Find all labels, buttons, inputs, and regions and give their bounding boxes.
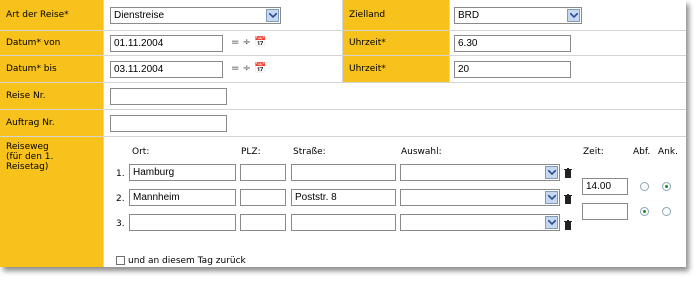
reiseweg-label-1: Reiseweg	[6, 142, 49, 152]
zeit-input-2[interactable]	[582, 203, 628, 220]
input-datum-bis[interactable]: 03.11.2004	[110, 61, 223, 78]
chevron-down-icon[interactable]	[567, 9, 580, 22]
input-datum-von[interactable]: 01.11.2004	[110, 35, 223, 52]
stop-2-auswahl-select[interactable]	[400, 189, 560, 206]
return-label: und an diesem Tag zurück	[128, 256, 246, 266]
label-uhrzeit-von: Uhrzeit*	[342, 31, 450, 55]
header-abf: Abf.	[633, 147, 651, 157]
stop-3-auswahl-select[interactable]	[400, 214, 560, 231]
stop-2-ort-input[interactable]: Mannheim	[129, 189, 236, 206]
select-art-der-reise[interactable]: Dienstreise	[110, 7, 281, 24]
header-zeit: Zeit:	[583, 147, 604, 157]
stop-number: 3.	[116, 219, 125, 229]
row-auftrag-nr: Auftrag Nr.	[0, 110, 686, 137]
trash-icon[interactable]	[564, 194, 572, 204]
header-ort: Ort:	[132, 147, 150, 157]
row-art-der-reise: Art der Reise* Dienstreise Zielland BRD	[0, 0, 686, 31]
label-reise-nr: Reise Nr.	[0, 83, 104, 109]
radio-abf-2[interactable]	[640, 207, 649, 216]
input-uhrzeit-von[interactable]: 6.30	[454, 35, 571, 52]
return-checkbox[interactable]	[116, 256, 125, 265]
label-auftrag-nr: Auftrag Nr.	[0, 110, 104, 136]
stop-1-plz-input[interactable]	[240, 164, 286, 181]
stop-3-strasse-input[interactable]	[291, 214, 396, 231]
trash-icon[interactable]	[564, 168, 572, 178]
input-uhrzeit-bis[interactable]: 20	[454, 61, 571, 78]
chevron-down-icon[interactable]	[545, 166, 558, 179]
stop-2-plz-input[interactable]	[240, 189, 286, 206]
radio-ank-1[interactable]	[662, 182, 671, 191]
select-zielland[interactable]: BRD	[454, 7, 582, 24]
radio-ank-2[interactable]	[662, 207, 671, 216]
label-reiseweg: Reiseweg (für den 1. Reisetag)	[0, 137, 104, 267]
reiseweg-label-2: (für den 1.	[6, 152, 54, 162]
chevron-down-icon[interactable]	[545, 216, 558, 229]
header-strasse: Straße:	[293, 147, 326, 157]
radio-abf-1[interactable]	[640, 182, 649, 191]
stop-3-ort-input[interactable]	[129, 214, 236, 231]
label-datum-von: Datum* von	[0, 31, 104, 55]
chevron-down-icon[interactable]	[545, 191, 558, 204]
stop-number: 2.	[116, 194, 125, 204]
label-datum-bis: Datum* bis	[0, 56, 104, 82]
stop-1-ort-input[interactable]: Hamburg	[129, 164, 236, 181]
header-auswahl: Auswahl:	[401, 147, 442, 157]
row-datum-von: Datum* von 01.11.2004 = ÷ 📅 Uhrzeit* 6.3…	[0, 31, 686, 56]
stop-number: 1.	[116, 169, 125, 179]
input-reise-nr[interactable]	[110, 88, 227, 105]
input-auftrag-nr[interactable]	[110, 115, 227, 132]
zeit-input-1[interactable]: 14.00	[582, 178, 628, 195]
trash-icon[interactable]	[564, 220, 572, 230]
stop-1-strasse-input[interactable]	[291, 164, 396, 181]
stop-1-auswahl-select[interactable]	[400, 164, 560, 181]
label-zielland: Zielland	[342, 0, 450, 30]
stop-2-strasse-input[interactable]: Poststr. 8	[291, 189, 396, 206]
row-datum-bis: Datum* bis 03.11.2004 = ÷ 📅 Uhrzeit* 20	[0, 56, 686, 83]
calendar-icons[interactable]: = ÷ 📅	[231, 63, 267, 74]
header-ank: Ank.	[658, 147, 678, 157]
header-plz: PLZ:	[241, 147, 261, 157]
chevron-down-icon[interactable]	[266, 9, 279, 22]
label-art-der-reise: Art der Reise*	[0, 0, 104, 30]
select-value: BRD	[458, 10, 480, 21]
select-value: Dienstreise	[114, 10, 165, 21]
row-reise-nr: Reise Nr.	[0, 83, 686, 110]
label-uhrzeit-bis: Uhrzeit*	[342, 56, 450, 82]
travel-form: Art der Reise* Dienstreise Zielland BRD …	[0, 0, 686, 267]
calendar-icons[interactable]: = ÷ 📅	[231, 37, 267, 48]
stop-3-plz-input[interactable]	[240, 214, 286, 231]
reiseweg-label-3: Reisetag)	[6, 162, 49, 172]
